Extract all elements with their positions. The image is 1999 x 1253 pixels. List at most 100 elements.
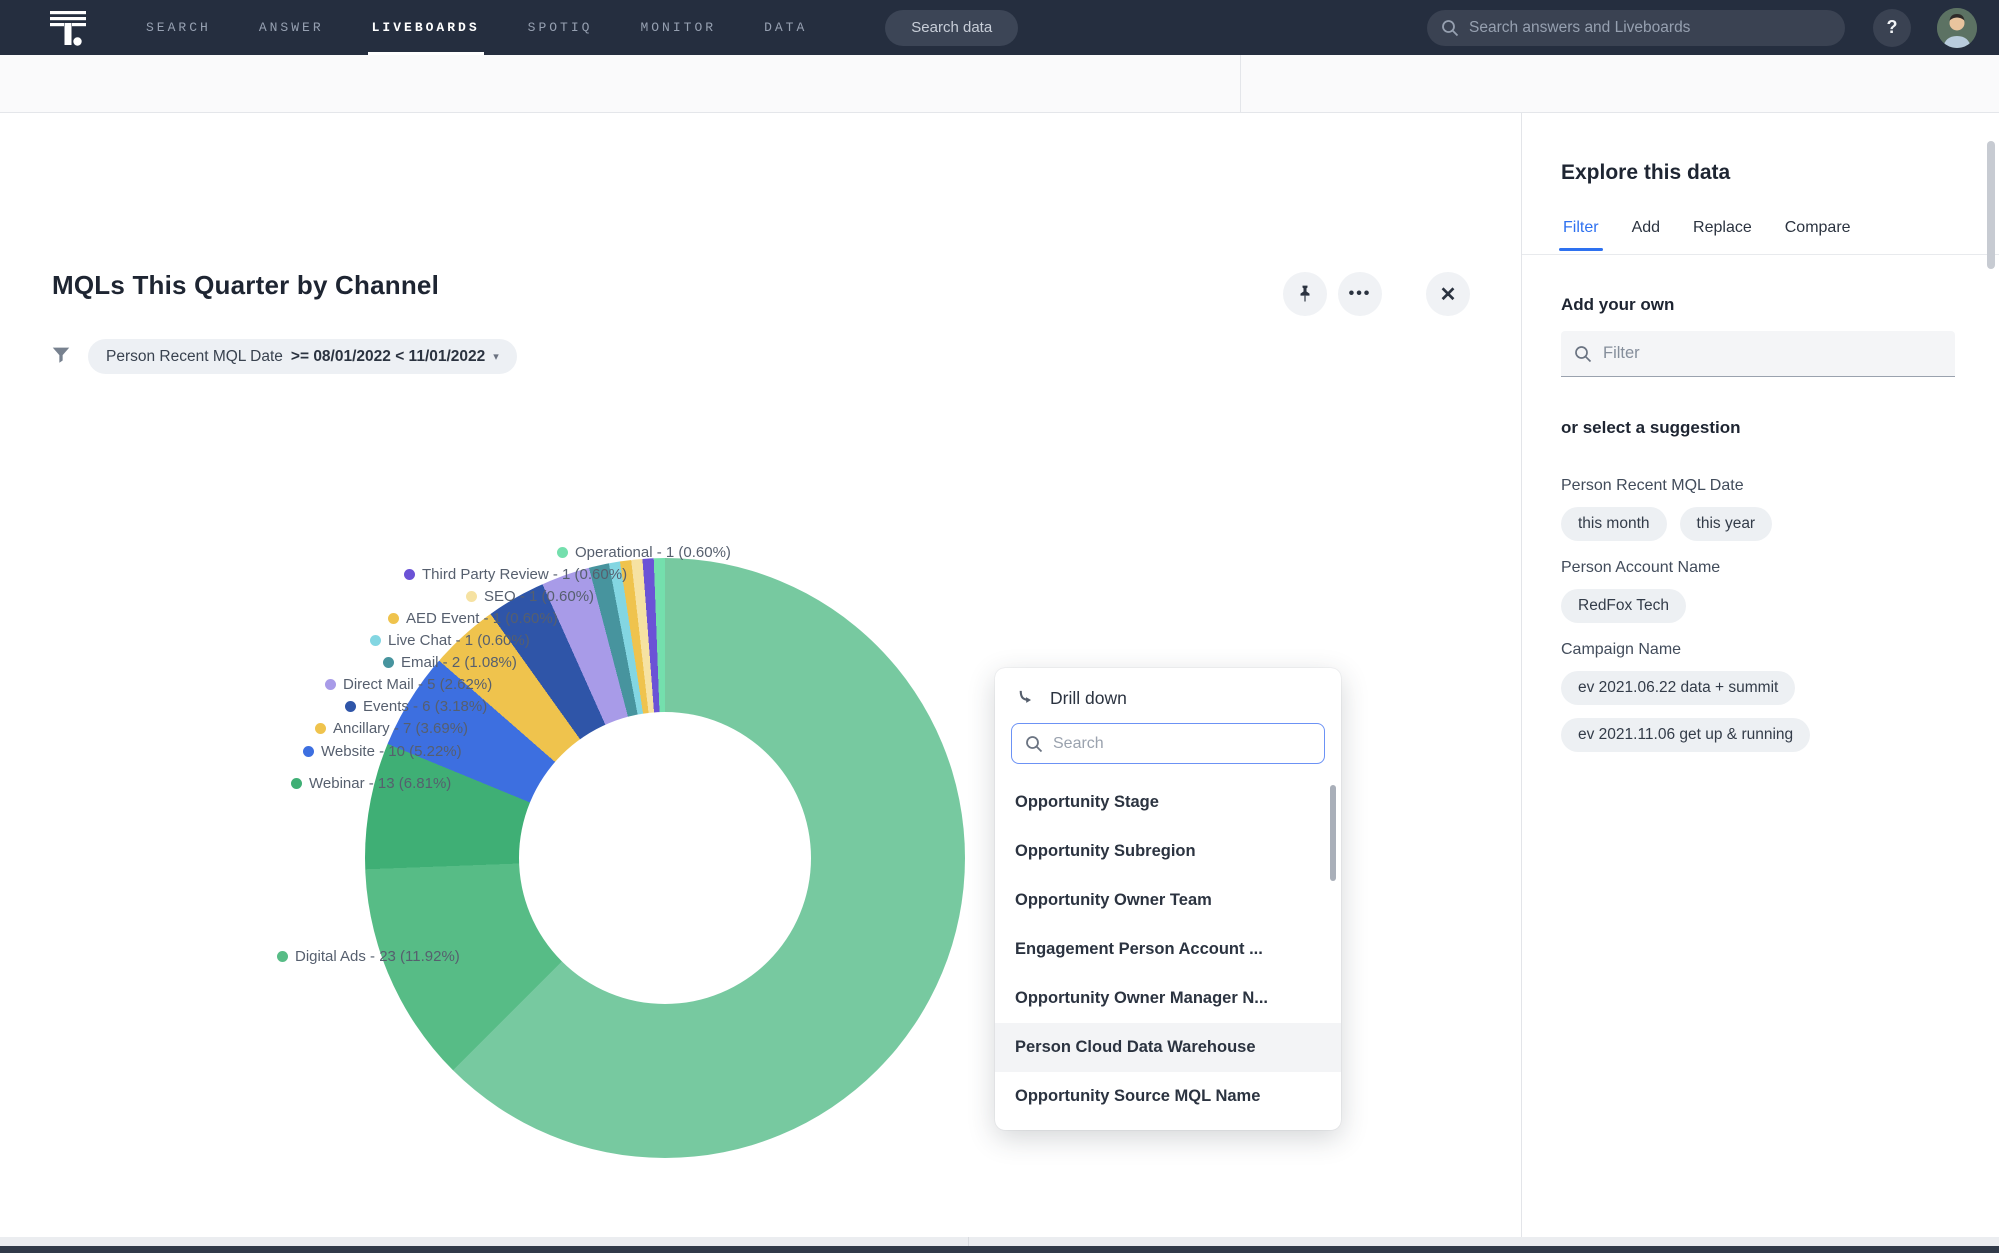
tabs-divider <box>1522 254 1999 255</box>
slice-label-aed-event[interactable]: AED Event - 1 (0.60%) <box>388 610 558 627</box>
suggestion-chip[interactable]: this month <box>1561 507 1667 541</box>
viz-filter-chip[interactable]: Person Recent MQL Date >= 08/01/2022 < 1… <box>88 339 517 374</box>
slice-label-text: AED Event - 1 (0.60%) <box>406 610 558 627</box>
slice-dot <box>370 635 381 646</box>
global-search-input[interactable] <box>1469 18 1831 37</box>
drill-down-item[interactable]: Opportunity Subregion <box>995 827 1341 876</box>
slice-label-text: Events - 6 (3.18%) <box>363 698 488 715</box>
drill-down-scrollbar[interactable] <box>1330 785 1336 881</box>
drill-down-popup: Drill down Opportunity StageOpportunity … <box>995 668 1341 1130</box>
slice-label-seo[interactable]: SEO - 1 (0.60%) <box>466 588 594 605</box>
slice-label-website[interactable]: Website - 10 (5.22%) <box>303 743 462 760</box>
nav-menu: SEARCH ANSWER LIVEBOARDS SPOTIQ MONITOR DATA <box>146 0 807 55</box>
nav-item-liveboards[interactable]: LIVEBOARDS <box>367 0 484 55</box>
slice-label-ancillary[interactable]: Ancillary - 7 (3.69%) <box>315 720 468 737</box>
slice-dot <box>277 951 288 962</box>
strip-divider <box>1240 55 1241 113</box>
slice-label-third-party-review[interactable]: Third Party Review - 1 (0.60%) <box>404 566 627 583</box>
nav-item-data[interactable]: DATA <box>764 0 807 55</box>
thoughtspot-logo-icon[interactable] <box>48 9 88 47</box>
tab-add[interactable]: Add <box>1630 213 1662 251</box>
suggestion-chip-row: RedFox Tech <box>1561 589 1971 623</box>
slice-label-digital-ads[interactable]: Digital Ads - 23 (11.92%) <box>277 948 460 965</box>
slice-dot <box>557 547 568 558</box>
chevron-down-icon: ▾ <box>493 351 499 363</box>
top-nav: SEARCH ANSWER LIVEBOARDS SPOTIQ MONITOR DATA … <box>0 0 1999 55</box>
tab-replace[interactable]: Replace <box>1691 213 1754 251</box>
slice-dot <box>315 723 326 734</box>
slice-label-direct-mail[interactable]: Direct Mail - 5 (2.62%) <box>325 676 492 693</box>
slice-dot <box>404 569 415 580</box>
slice-dot <box>388 613 399 624</box>
slice-dot <box>325 679 336 690</box>
filter-funnel-icon <box>50 344 72 366</box>
slice-label-text: Digital Ads - 23 (11.92%) <box>295 948 460 965</box>
close-icon: ✕ <box>1439 283 1457 306</box>
drill-down-search[interactable] <box>1011 723 1325 764</box>
viz-title: MQLs This Quarter by Channel <box>52 270 439 300</box>
nav-item-spotiq[interactable]: SPOTIQ <box>528 0 593 55</box>
bottom-bar <box>0 1246 1999 1253</box>
slice-label-text: Live Chat - 1 (0.60%) <box>388 632 530 649</box>
suggestion-chip-row: ev 2021.06.22 data + summit ev 2021.11.06… <box>1561 671 1971 752</box>
drill-down-item[interactable]: Opportunity Source MQL Name <box>995 1072 1341 1121</box>
suggestion-group-name: Person Recent MQL Date <box>1561 477 1744 494</box>
slice-label-webinar[interactable]: Webinar - 13 (6.81%) <box>291 775 451 792</box>
viz-action-buttons: ••• ✕ <box>1283 272 1470 316</box>
sidebar-scrollbar[interactable] <box>1987 141 1995 269</box>
pin-button[interactable] <box>1283 272 1327 316</box>
search-icon <box>1441 19 1459 37</box>
slice-label-operational[interactable]: Operational - 1 (0.60%) <box>557 544 731 561</box>
tab-filter[interactable]: Filter <box>1559 213 1603 251</box>
drill-down-item[interactable]: Engagement Person Account ... <box>995 925 1341 974</box>
suggestion-chip[interactable]: this year <box>1679 507 1773 541</box>
filter-field: Person Recent MQL Date <box>106 347 283 365</box>
drill-down-icon <box>1015 688 1036 709</box>
suggestion-group-name: Campaign Name <box>1561 641 1682 658</box>
explore-panel: Explore this data Filter Add Replace Compar… <box>1521 113 1999 1253</box>
help-button[interactable]: ? <box>1873 8 1911 47</box>
suggestion-chip[interactable]: ev 2021.06.22 data + summit <box>1561 671 1796 705</box>
suggestion-group-name: Person Account Name <box>1561 559 1721 576</box>
user-avatar[interactable] <box>1937 7 1977 48</box>
add-your-own-heading: Add your own <box>1561 295 1675 314</box>
slice-label-live-chat[interactable]: Live Chat - 1 (0.60%) <box>370 632 530 649</box>
slice-label-events[interactable]: Events - 6 (3.18%) <box>345 698 487 715</box>
slice-dot <box>345 701 356 712</box>
drill-down-search-input[interactable] <box>1053 734 1311 753</box>
slice-label-text: Email - 2 (1.08%) <box>401 654 517 671</box>
bottom-strip <box>0 1237 1999 1246</box>
suggestion-filter-input[interactable] <box>1603 344 1942 363</box>
filter-condition: >= 08/01/2022 < 11/01/2022 <box>290 347 486 365</box>
drill-down-item[interactable]: Opportunity Owner Manager N... <box>995 974 1341 1023</box>
drill-down-item[interactable]: Person Cloud Data Warehouse <box>995 1023 1341 1072</box>
suggestion-groups: Person Recent MQL Date this month this yea… <box>1561 459 1971 768</box>
slice-dot <box>466 591 477 602</box>
slice-label-text: Direct Mail - 5 (2.62%) <box>343 676 493 693</box>
nav-item-search[interactable]: SEARCH <box>146 0 211 55</box>
suggestion-chip[interactable]: RedFox Tech <box>1561 589 1687 623</box>
tab-compare[interactable]: Compare <box>1783 213 1853 251</box>
slice-label-text: Third Party Review - 1 (0.60%) <box>422 566 628 583</box>
slice-label-text: Webinar - 13 (6.81%) <box>309 775 452 792</box>
slice-label-text: Operational - 1 (0.60%) <box>575 544 731 561</box>
suggestion-chip[interactable]: ev 2021.11.06 get up & running <box>1561 718 1811 752</box>
slice-label-email[interactable]: Email - 2 (1.08%) <box>383 654 517 671</box>
drill-down-list: Opportunity Stage Opportunity Subregion Op… <box>995 778 1341 1121</box>
slice-label-text: SEO - 1 (0.60%) <box>484 588 595 605</box>
close-button[interactable]: ✕ <box>1426 272 1470 316</box>
global-search[interactable] <box>1427 9 1845 46</box>
nav-item-answer[interactable]: ANSWER <box>259 0 324 55</box>
suggestion-heading: or select a suggestion <box>1561 418 1741 437</box>
search-data-button[interactable]: Search data <box>885 9 1019 46</box>
ellipsis-icon: ••• <box>1348 285 1372 302</box>
drill-down-item[interactable]: Opportunity Stage <box>995 778 1341 827</box>
more-options-button[interactable]: ••• <box>1338 272 1382 316</box>
drill-down-header: Drill down <box>995 668 1341 721</box>
search-icon <box>1025 735 1043 753</box>
suggestion-filter[interactable] <box>1561 331 1955 377</box>
page: SEARCH ANSWER LIVEBOARDS SPOTIQ MONITOR DATA … <box>0 0 1999 1253</box>
nav-item-monitor[interactable]: MONITOR <box>640 0 716 55</box>
drill-down-item[interactable]: Opportunity Owner Team <box>995 876 1341 925</box>
slice-label-text: Website - 10 (5.22%) <box>321 743 462 760</box>
